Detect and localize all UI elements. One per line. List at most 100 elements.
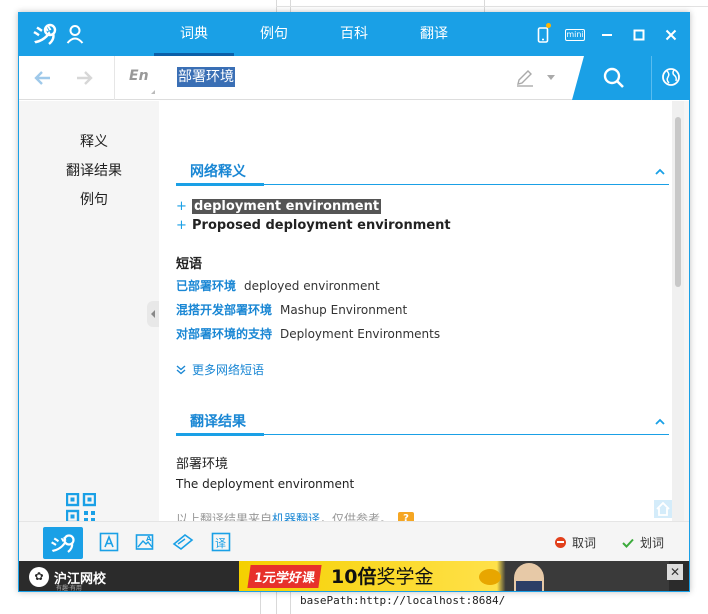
collapse-sidebar-handle[interactable] <box>147 301 159 327</box>
language-label: En <box>129 68 149 84</box>
minimize-button[interactable] <box>597 25 617 45</box>
ad-banner[interactable]: ✿ 沪江网校 有趣·有用 1元学好课 10倍奖学金 ✕ <box>19 561 689 592</box>
definition-entry: + deployment environment <box>176 199 382 214</box>
translation-result: The deployment environment <box>176 477 355 491</box>
translate-character-icon: 译 <box>211 532 231 552</box>
window-controls: mini <box>533 23 681 45</box>
search-input[interactable]: 部署环境 <box>177 67 235 87</box>
search-bar: En 部署环境 <box>19 56 689 100</box>
hujiang-logo-icon: ✿ <box>29 567 49 587</box>
mobile-button[interactable] <box>533 23 553 45</box>
mini-label: mini <box>565 29 585 41</box>
chevron-up-icon[interactable] <box>655 417 665 427</box>
maximize-button[interactable] <box>629 25 649 45</box>
nav-item-definition[interactable]: 释义 <box>19 131 169 151</box>
definition-text[interactable]: deployment environment <box>192 199 382 214</box>
tab-translate[interactable]: 翻译 <box>394 13 474 56</box>
vertical-scrollbar[interactable] <box>672 101 684 521</box>
nav-item-translation[interactable]: 翻译结果 <box>19 160 169 180</box>
title-bar: ジ 词典 例句 百科 翻译 mini <box>19 13 689 56</box>
bottom-toolbar: ジ A 译 取词 划词 <box>19 521 689 561</box>
tab-examples[interactable]: 例句 <box>234 13 314 56</box>
coin-icon <box>479 569 501 585</box>
tab-encyclopedia[interactable]: 百科 <box>314 13 394 56</box>
select-word-label: 划词 <box>640 536 665 550</box>
phrase-zh-link[interactable]: 已部署环境 <box>176 279 236 293</box>
definition-text[interactable]: Proposed deployment environment <box>192 218 451 233</box>
language-selector[interactable]: En <box>114 56 159 100</box>
search-button[interactable] <box>572 56 654 100</box>
ad-headline: 10倍奖学金 <box>331 562 433 589</box>
text-translate-button[interactable] <box>95 528 123 556</box>
pen-icon[interactable] <box>515 69 535 87</box>
wordbook-button[interactable] <box>169 528 197 556</box>
more-phrases-link[interactable]: 更多网络短语 <box>176 361 264 378</box>
user-icon[interactable] <box>65 24 85 44</box>
youdao-logo-icon[interactable]: ジ <box>31 21 57 47</box>
more-phrases-label: 更多网络短语 <box>192 363 265 377</box>
result-panel: 网络释义 + deployment environment + Proposed… <box>159 101 684 521</box>
background-code-line: basePath:http://localhost:8684/ <box>300 594 506 607</box>
image-text-icon: A <box>135 534 154 550</box>
pen-dropdown-icon[interactable] <box>547 75 555 80</box>
home-icon[interactable] <box>653 499 673 519</box>
ticket-icon <box>172 533 194 551</box>
search-icon <box>603 67 624 88</box>
translation-header[interactable]: 翻译结果 <box>176 409 669 436</box>
capture-off-icon <box>555 537 566 548</box>
svg-text:A: A <box>146 535 152 543</box>
phrases-title: 短语 <box>176 257 203 272</box>
ad-close-button[interactable]: ✕ <box>667 564 683 580</box>
close-button[interactable] <box>661 25 681 45</box>
capture-word-toggle[interactable]: 取词 <box>555 534 596 551</box>
feedback-badge[interactable]: ? <box>398 512 415 521</box>
notification-dot <box>546 23 551 28</box>
chevron-up-icon[interactable] <box>655 167 665 177</box>
maximize-icon <box>633 29 645 41</box>
back-arrow-icon[interactable] <box>33 68 53 88</box>
main-tabs: 词典 例句 百科 翻译 <box>154 13 474 56</box>
ad-tag: 1元学好课 <box>247 565 322 588</box>
phrase-row: 对部署环境的支持 Deployment Environments <box>176 325 440 342</box>
section-underline <box>176 183 264 186</box>
note-suffix: ，仅供参考。 <box>320 512 393 521</box>
phrase-en: Mashup Environment <box>280 303 408 317</box>
section-underline <box>176 433 264 436</box>
text-a-icon <box>99 532 119 552</box>
language-corner-icon <box>151 90 155 94</box>
ad-slogan: 有趣·有用 <box>56 585 82 592</box>
ad-headline-big: 10倍 <box>331 566 377 588</box>
expand-plus-icon[interactable]: + <box>176 218 192 233</box>
image-translate-button[interactable]: A <box>131 528 159 556</box>
svg-text:译: 译 <box>215 537 226 550</box>
left-nav: 释义 翻译结果 例句 <box>19 101 149 523</box>
expand-plus-icon[interactable]: + <box>176 199 192 214</box>
machine-translation-link[interactable]: 机器翻译 <box>272 510 320 521</box>
close-icon <box>665 29 677 41</box>
phrase-zh-link[interactable]: 对部署环境的支持 <box>176 327 272 341</box>
forward-arrow-icon[interactable] <box>74 68 94 88</box>
web-definitions-header[interactable]: 网络释义 <box>176 159 669 186</box>
web-search-button[interactable] <box>651 56 689 100</box>
machine-translation-note: 以上翻译结果来自 机器翻译 ，仅供参考。 ? <box>176 510 415 521</box>
minimize-icon <box>602 34 612 36</box>
section-title-translation: 翻译结果 <box>190 414 246 430</box>
double-chevron-down-icon <box>176 364 186 374</box>
mini-mode-button[interactable]: mini <box>565 25 585 45</box>
definition-entry: + Proposed deployment environment <box>176 218 451 233</box>
phrase-row: 已部署环境 deployed environment <box>176 277 380 294</box>
human-translate-button[interactable]: 译 <box>207 528 235 556</box>
dictionary-mode-button[interactable]: ジ <box>43 527 83 559</box>
ad-promo-image[interactable]: 1元学好课 10倍奖学金 <box>239 561 669 591</box>
content-area: 释义 翻译结果 例句 网络释义 + deployment environment… <box>19 101 689 523</box>
nav-item-examples[interactable]: 例句 <box>19 189 169 209</box>
select-word-toggle[interactable]: 划词 <box>622 534 664 551</box>
scroll-thumb[interactable] <box>675 117 681 287</box>
globe-icon <box>662 68 680 86</box>
tab-dictionary[interactable]: 词典 <box>154 13 234 56</box>
phone-icon <box>537 27 549 43</box>
phrase-en: Deployment Environments <box>280 327 441 341</box>
section-title-web: 网络释义 <box>190 164 246 180</box>
phrase-zh-link[interactable]: 混搭开发部署环境 <box>176 303 272 317</box>
qr-code-icon[interactable] <box>66 493 96 523</box>
